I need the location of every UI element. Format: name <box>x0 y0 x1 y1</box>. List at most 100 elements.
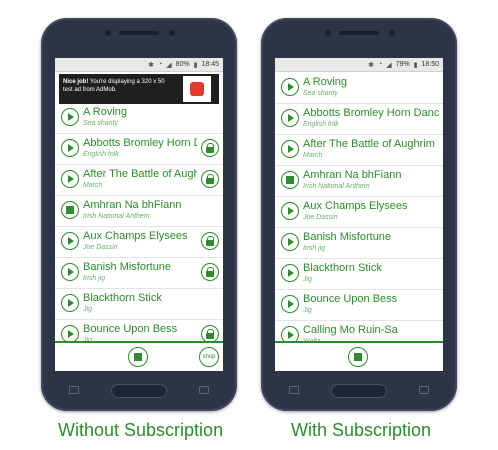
play-icon[interactable] <box>61 170 79 188</box>
play-icon[interactable] <box>61 263 79 281</box>
song-row[interactable]: Amhran Na bhFiann Irish National Anthem <box>55 196 223 227</box>
back-key[interactable] <box>199 386 209 394</box>
bluetooth-icon: ✱ <box>368 61 374 69</box>
bluetooth-icon: ✱ <box>148 61 154 69</box>
song-title: Bounce Upon Bess <box>83 323 178 335</box>
song-row[interactable]: Amhran Na bhFiann Irish National Anthem <box>275 166 443 197</box>
song-title: After The Battle of Aughrim <box>303 138 435 150</box>
recent-apps-key[interactable] <box>289 386 299 394</box>
stop-all-button[interactable] <box>348 347 368 367</box>
song-subtitle: March <box>303 152 323 159</box>
ad-banner[interactable]: Nice job! You're displaying a 320 x 50 t… <box>59 74 219 104</box>
play-icon[interactable] <box>281 202 299 220</box>
play-icon[interactable] <box>281 109 299 127</box>
clock: 18:45 <box>201 61 219 68</box>
battery-level: 79% <box>395 61 410 68</box>
play-icon[interactable] <box>61 294 79 312</box>
lock-icon[interactable] <box>201 139 219 157</box>
song-title: After The Battle of Aughrim <box>83 168 197 180</box>
clock: 18:50 <box>421 61 439 68</box>
song-row[interactable]: Bounce Upon Bess Jig <box>275 290 443 321</box>
song-subtitle: Joe Dassin <box>83 244 118 251</box>
song-row[interactable]: A Roving Sea shanty <box>55 103 223 134</box>
back-key[interactable] <box>419 386 429 394</box>
song-row[interactable]: Aux Champs Elysees Joe Dassin <box>55 227 223 258</box>
shop-button[interactable]: shop <box>199 347 219 367</box>
song-row[interactable]: After The Battle of Aughrim March <box>55 165 223 196</box>
phone-without-subscription: ✱ ◔ ◢ 80% ▮ 18:45 Nice job! You're displ… <box>41 18 237 411</box>
battery-level: 80% <box>175 61 190 68</box>
song-title: A Roving <box>83 106 128 118</box>
signal-icon: ◢ <box>386 61 392 69</box>
song-subtitle: Jig <box>303 276 312 283</box>
song-row[interactable]: Banish Misfortune Irish jig <box>275 228 443 259</box>
song-row[interactable]: Blackthorn Stick Jig <box>275 259 443 290</box>
song-title: Banish Misfortune <box>303 231 392 243</box>
lock-icon[interactable] <box>201 170 219 188</box>
app-screen: ✱ ◔ ◢ 79% ▮ 18:50 A Roving Sea shanty Abbo… <box>275 58 443 371</box>
song-row[interactable]: A Roving Sea shanty <box>275 73 443 104</box>
sensor-icon <box>325 30 331 36</box>
play-icon[interactable] <box>281 233 299 251</box>
play-icon[interactable] <box>281 78 299 96</box>
caption-with-subscription: With Subscription <box>291 420 432 440</box>
song-row[interactable]: Banish Misfortune Irish jig <box>55 258 223 289</box>
front-camera-icon <box>169 30 175 36</box>
song-subtitle: Sea shanty <box>303 90 339 97</box>
song-title: Aux Champs Elysees <box>303 200 408 212</box>
play-icon[interactable] <box>61 232 79 250</box>
status-bar: ✱ ◔ ◢ 80% ▮ 18:45 <box>55 58 223 72</box>
lock-icon[interactable] <box>201 263 219 281</box>
play-icon[interactable] <box>61 108 79 126</box>
front-camera-icon <box>389 30 395 36</box>
status-bar: ✱ ◔ ◢ 79% ▮ 18:50 <box>275 58 443 72</box>
play-icon[interactable] <box>61 139 79 157</box>
ad-bold: Nice job! <box>63 79 89 85</box>
song-row[interactable]: After The Battle of Aughrim March <box>275 135 443 166</box>
song-subtitle: Sea shanty <box>83 120 119 127</box>
song-subtitle: Irish National Anthem <box>303 183 370 190</box>
song-title: Aux Champs Elysees <box>83 230 188 242</box>
song-subtitle: English folk <box>83 151 119 158</box>
song-title: Abbotts Bromley Horn Dance <box>303 107 439 119</box>
song-subtitle: Irish jig <box>83 275 106 282</box>
home-button[interactable] <box>331 384 387 398</box>
home-button[interactable] <box>111 384 167 398</box>
stop-all-button[interactable] <box>128 347 148 367</box>
phone-with-subscription: ✱ ◔ ◢ 79% ▮ 18:50 A Roving Sea shanty Abbo… <box>261 18 457 411</box>
song-row[interactable]: Abbotts Bromley Horn Dance English folk <box>55 134 223 165</box>
song-list: A Roving Sea shanty Abbotts Bromley Horn D… <box>275 73 443 352</box>
song-subtitle: Irish National Anthem <box>83 213 150 220</box>
recent-apps-key[interactable] <box>69 386 79 394</box>
song-subtitle: Irish jig <box>303 245 326 252</box>
song-list: A Roving Sea shanty Abbotts Bromley Horn D… <box>55 103 223 351</box>
song-subtitle: March <box>83 182 103 189</box>
play-icon[interactable] <box>281 295 299 313</box>
speaker-grille <box>339 31 379 35</box>
song-title: Abbotts Bromley Horn Dance <box>83 137 197 149</box>
play-icon[interactable] <box>281 264 299 282</box>
battery-icon: ▮ <box>193 61 198 69</box>
admob-logo-icon <box>183 76 211 102</box>
lock-icon[interactable] <box>201 232 219 250</box>
wifi-icon: ◔ <box>377 61 383 68</box>
song-title: Amhran Na bhFiann <box>303 169 402 181</box>
bottom-bar <box>275 341 443 371</box>
app-screen: ✱ ◔ ◢ 80% ▮ 18:45 Nice job! You're displ… <box>55 58 223 371</box>
song-subtitle: Jig <box>83 306 92 313</box>
song-title: Bounce Upon Bess <box>303 293 398 305</box>
play-icon[interactable] <box>281 140 299 158</box>
song-title: Banish Misfortune <box>83 261 172 273</box>
song-row[interactable]: Abbotts Bromley Horn Dance English folk <box>275 104 443 135</box>
song-subtitle: Joe Dassin <box>303 214 338 221</box>
song-row[interactable]: Aux Champs Elysees Joe Dassin <box>275 197 443 228</box>
stop-icon[interactable] <box>281 171 299 189</box>
song-subtitle: Jig <box>303 307 312 314</box>
song-title: Blackthorn Stick <box>83 292 162 304</box>
ad-text: Nice job! You're displaying a 320 x 50 t… <box>63 78 175 94</box>
signal-icon: ◢ <box>166 61 172 69</box>
wifi-icon: ◔ <box>157 61 163 68</box>
speaker-grille <box>119 31 159 35</box>
song-row[interactable]: Blackthorn Stick Jig <box>55 289 223 320</box>
stop-icon[interactable] <box>61 201 79 219</box>
